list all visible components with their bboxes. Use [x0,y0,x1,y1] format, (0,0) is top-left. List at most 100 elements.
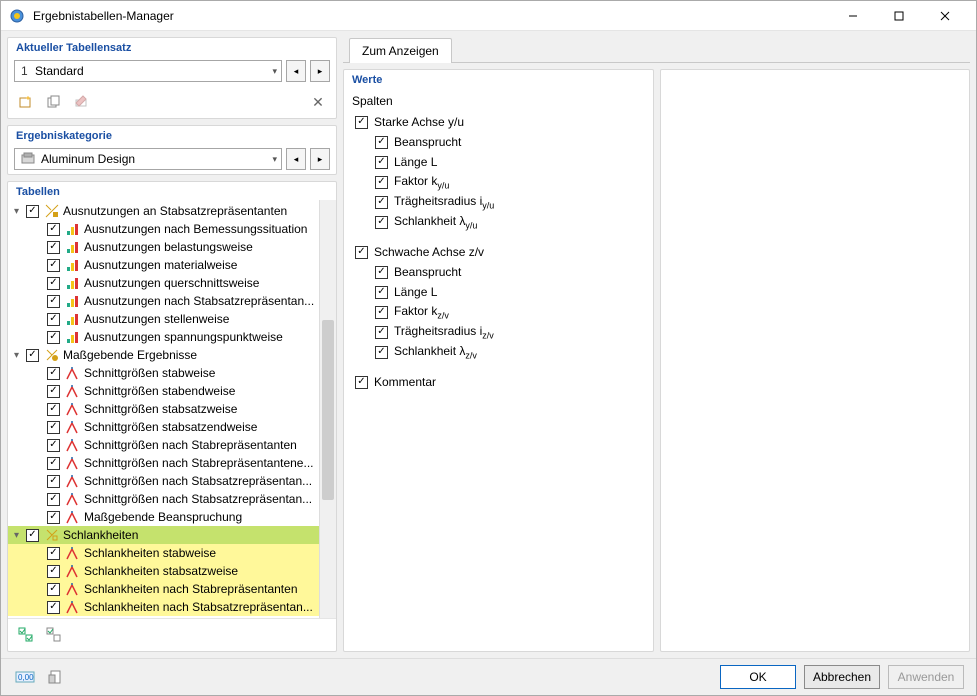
checkbox[interactable] [47,223,60,236]
checkbox[interactable] [47,547,60,560]
checkbox[interactable] [47,439,60,452]
checkbox[interactable] [375,346,388,359]
rename-ts-button[interactable] [70,90,94,114]
checkbox[interactable] [355,116,368,129]
checkbox[interactable] [47,241,60,254]
checkbox[interactable] [355,246,368,259]
tree-scrollbar[interactable] [319,200,336,618]
tree-row[interactable]: Maßgebende Beanspruchung [8,508,336,526]
tree-row[interactable]: Ausnutzungen spannungspunktweise [8,328,336,346]
tree-row[interactable]: Schnittgrößen nach Stabsatzrepräsentan..… [8,490,336,508]
checkbox[interactable] [375,326,388,339]
cancel-button[interactable]: Abbrechen [804,665,880,689]
tree-row[interactable]: Ausnutzungen stellenweise [8,310,336,328]
checkbox[interactable] [47,295,60,308]
tree-row[interactable]: Schnittgrößen stabendweise [8,382,336,400]
close-button[interactable] [922,1,968,31]
node-icon [65,473,81,489]
chk-label: Schlankheit λy/u [394,214,477,230]
export-button[interactable] [43,665,67,689]
checkbox[interactable] [47,601,60,614]
tree-row[interactable]: Schnittgrößen stabweise [8,364,336,382]
tree-row[interactable]: Schlankheiten nach Stabrepräsentanten [8,580,336,598]
tab-display[interactable]: Zum Anzeigen [349,38,452,63]
new-ts-button[interactable] [14,90,38,114]
expander-icon[interactable]: ▾ [10,530,23,541]
delete-ts-button[interactable]: ✕ [306,90,330,114]
current-tableset-header: Aktueller Tabellensatz [8,38,336,56]
tree-label: Schnittgrößen nach Stabrepräsentantene..… [84,456,313,470]
app-icon [9,8,25,24]
checkbox[interactable] [47,583,60,596]
checkbox[interactable] [47,457,60,470]
chk-label: Länge L [394,285,437,299]
tree-row[interactable]: Ausnutzungen querschnittsweise [8,274,336,292]
checkbox[interactable] [375,286,388,299]
tree-row[interactable]: ▾ Maßgebende Ergebnisse [8,346,336,364]
tree-row[interactable]: ▾Ausnutzungen an Stabsatzrepräsentanten [8,202,336,220]
node-icon [65,365,81,381]
checkbox[interactable] [375,176,388,189]
expander-icon[interactable]: ▾ [10,350,23,361]
checkbox[interactable] [26,529,39,542]
group-1-item-0: Beansprucht [352,262,645,282]
uncheck-all-button[interactable] [42,623,66,647]
checkbox[interactable] [375,136,388,149]
checkbox[interactable] [375,266,388,279]
checkbox[interactable] [375,196,388,209]
checkbox[interactable] [26,349,39,362]
category-prev-button[interactable]: ◂ [286,148,306,170]
copy-ts-button[interactable] [42,90,66,114]
checkbox[interactable] [47,367,60,380]
tree-row[interactable]: Schlankheiten stabsatzweise [8,562,336,580]
check-all-button[interactable] [14,623,38,647]
category-dropdown[interactable]: Aluminum Design ▾ [14,148,282,170]
tree-row[interactable]: Schlankheiten nach Stabsatzrepräsentan..… [8,598,336,616]
tree-row[interactable]: Schnittgrößen stabsatzweise [8,400,336,418]
tree-row[interactable]: Ausnutzungen nach Stabsatzrepräsentan... [8,292,336,310]
tree-label: Maßgebende Beanspruchung [84,510,242,524]
checkbox[interactable] [47,475,60,488]
tree-label: Schnittgrößen nach Stabsatzrepräsentan..… [84,474,312,488]
checkbox[interactable] [375,216,388,229]
checkbox[interactable] [375,156,388,169]
checkbox[interactable] [47,277,60,290]
tree-row[interactable]: Schnittgrößen nach Stabrepräsentantene..… [8,454,336,472]
tree-row[interactable]: Ausnutzungen materialweise [8,256,336,274]
checkbox[interactable] [47,313,60,326]
tree-row[interactable]: Ausnutzungen belastungsweise [8,238,336,256]
units-button[interactable]: 0,00 [13,665,37,689]
maximize-button[interactable] [876,1,922,31]
checkbox[interactable] [47,331,60,344]
tableset-prev-button[interactable]: ◂ [286,60,306,82]
node-icon [65,311,81,327]
checkbox[interactable] [47,565,60,578]
tree-row[interactable]: Schlankheiten stabweise [8,544,336,562]
tree-row[interactable]: Schnittgrößen nach Stabrepräsentanten [8,436,336,454]
chevron-down-icon: ▾ [272,66,277,77]
chevron-down-icon: ▾ [272,154,277,165]
checkbox[interactable] [355,376,368,389]
checkbox[interactable] [47,403,60,416]
tree-row[interactable]: ▾Schlankheiten [8,526,336,544]
checkbox[interactable] [47,511,60,524]
tree-row[interactable]: Ausnutzungen nach Bemessungssituation [8,220,336,238]
tableset-next-button[interactable]: ▸ [310,60,330,82]
checkbox[interactable] [47,259,60,272]
tree-label: Maßgebende Ergebnisse [63,348,197,362]
minimize-button[interactable] [830,1,876,31]
tree-row[interactable]: Schnittgrößen stabsatzendweise [8,418,336,436]
checkbox[interactable] [375,306,388,319]
checkbox[interactable] [26,205,39,218]
node-icon [44,203,60,219]
expander-icon[interactable]: ▾ [10,206,23,217]
chk-label: Trägheitsradius iz/v [394,324,494,340]
tableset-dropdown[interactable]: 1 Standard ▾ [14,60,282,82]
tables-tree[interactable]: ▾Ausnutzungen an StabsatzrepräsentantenA… [8,200,336,618]
checkbox[interactable] [47,421,60,434]
checkbox[interactable] [47,493,60,506]
ok-button[interactable]: OK [720,665,796,689]
checkbox[interactable] [47,385,60,398]
tree-row[interactable]: Schnittgrößen nach Stabsatzrepräsentan..… [8,472,336,490]
category-next-button[interactable]: ▸ [310,148,330,170]
